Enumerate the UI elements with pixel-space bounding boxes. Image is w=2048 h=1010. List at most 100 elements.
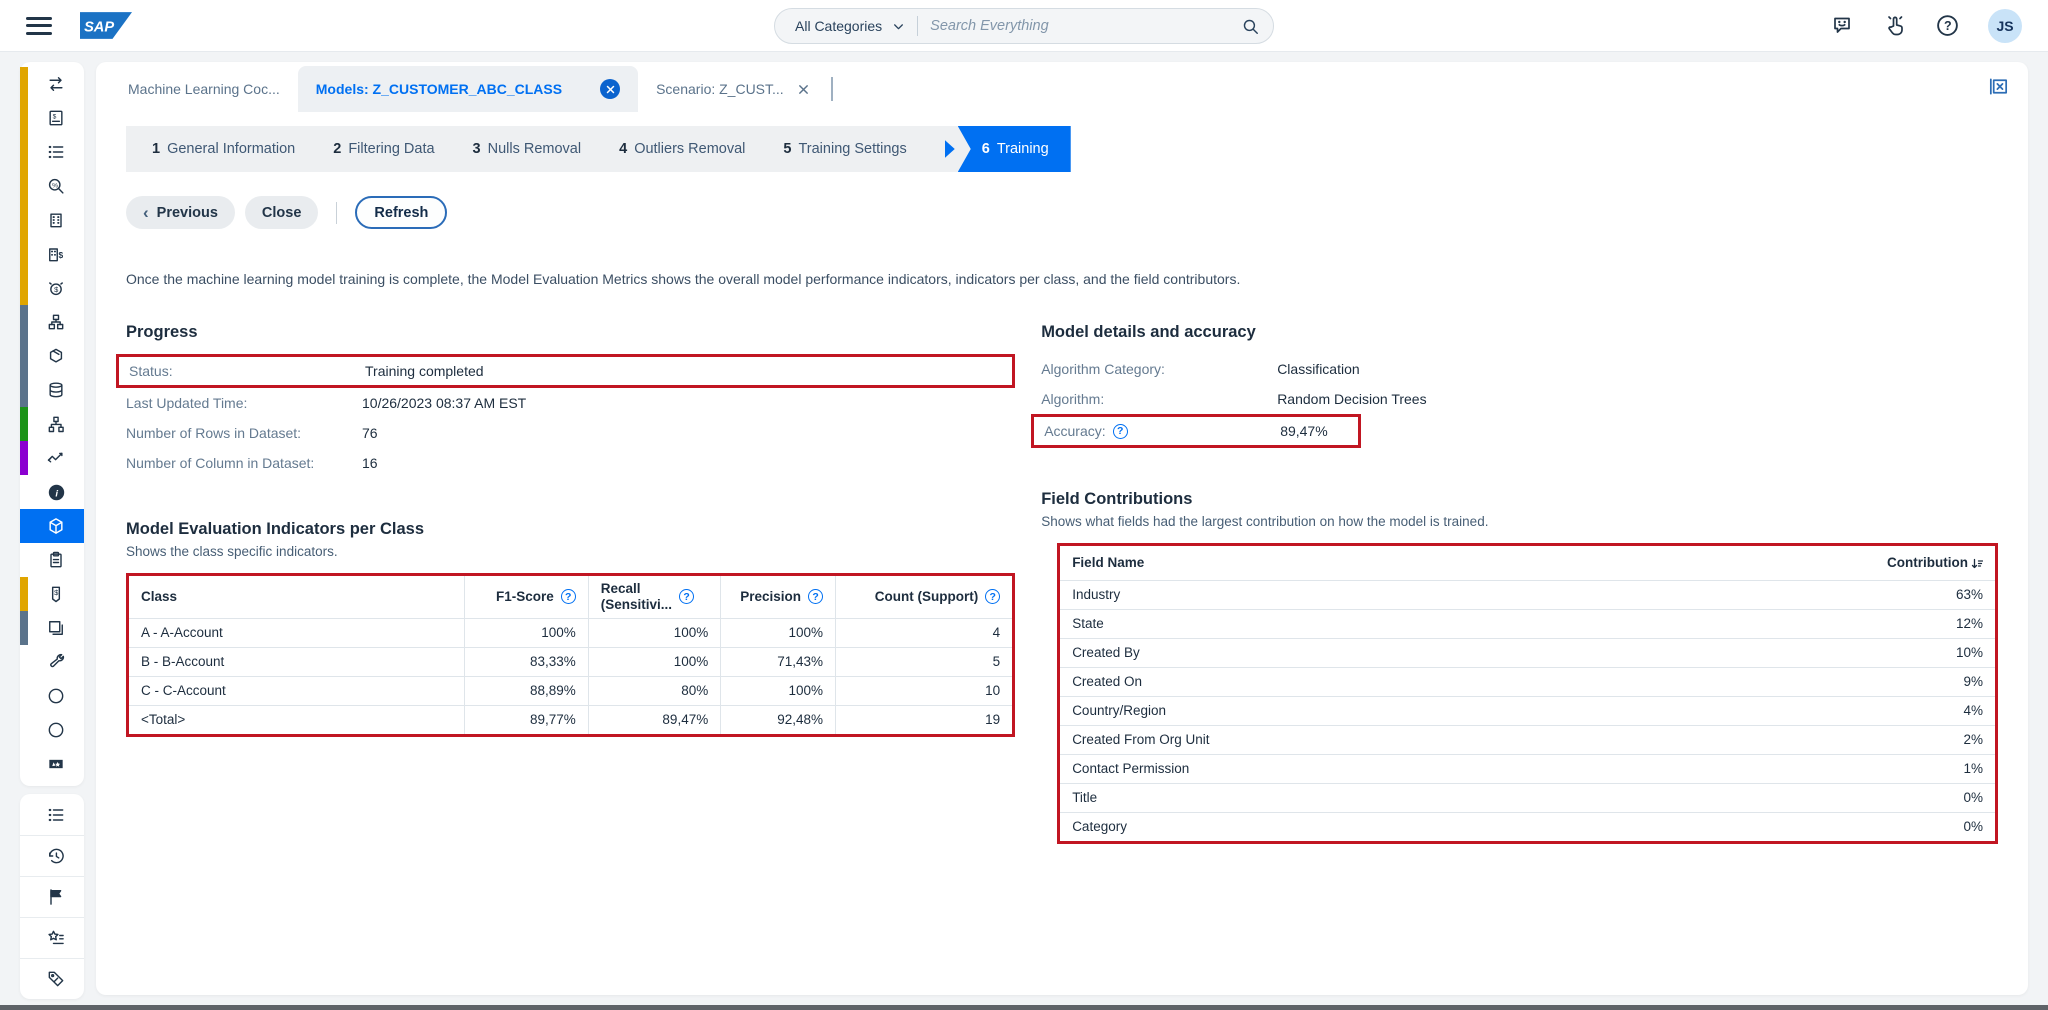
step-arrow-icon xyxy=(945,140,955,158)
table-row[interactable]: B - B-Account83,33%100%71,43%5 xyxy=(129,647,1012,676)
refresh-button[interactable]: Refresh xyxy=(355,196,447,229)
help-icon[interactable]: ? xyxy=(1113,424,1128,439)
table-row[interactable]: Created From Org Unit2% xyxy=(1060,725,1995,754)
sort-descending-icon[interactable] xyxy=(1971,558,1983,570)
sidebar-item-list-menu[interactable] xyxy=(20,794,84,835)
table-row[interactable]: Title0% xyxy=(1060,783,1995,812)
funds-icon: $ xyxy=(46,278,66,298)
sidebar-item-workflow[interactable] xyxy=(20,407,84,441)
table-row[interactable]: C - C-Account88,89%80%100%10 xyxy=(129,676,1012,705)
sap-logo[interactable]: SAP xyxy=(80,12,132,39)
svg-text:$: $ xyxy=(53,113,57,120)
sidebar-item-invoice[interactable]: $ xyxy=(20,101,84,135)
search-category-dropdown[interactable]: All Categories xyxy=(795,18,905,34)
table-row[interactable]: Created By10% xyxy=(1060,638,1995,667)
table-row[interactable]: State12% xyxy=(1060,609,1995,638)
help-icon[interactable]: ? xyxy=(679,589,694,604)
svg-text:i: i xyxy=(55,488,58,499)
step-training-settings[interactable]: 5Training Settings xyxy=(783,141,906,157)
category-strip xyxy=(20,794,28,835)
sidebar-item-circle-2[interactable] xyxy=(20,713,84,747)
col-header-f1[interactable]: F1-Score? xyxy=(465,576,589,618)
sidebar-item-database[interactable] xyxy=(20,373,84,407)
sidebar-item-price-tag[interactable]: $ xyxy=(20,577,84,611)
tab-label: Models: Z_CUSTOMER_ABC_CLASS xyxy=(316,81,562,97)
search-input[interactable]: Search Everything xyxy=(930,18,1242,34)
previous-button[interactable]: ‹Previous xyxy=(126,196,235,229)
search-icon[interactable] xyxy=(1242,18,1259,35)
sidebar-item-history[interactable] xyxy=(20,835,84,876)
sidebar-item-favorites[interactable] xyxy=(20,917,84,958)
sidebar-item-product-box[interactable] xyxy=(20,339,84,373)
help-icon[interactable]: ? xyxy=(1935,13,1960,38)
sidebar-item-circle-1[interactable] xyxy=(20,679,84,713)
invoice-icon: $ xyxy=(46,108,66,128)
help-icon[interactable]: ? xyxy=(808,589,823,604)
help-icon[interactable]: ? xyxy=(561,589,576,604)
table-row-total[interactable]: <Total>89,77%89,47%92,48%19 xyxy=(129,705,1012,734)
step-outliers-removal[interactable]: 4Outliers Removal xyxy=(619,141,745,157)
sidebar-item-funds[interactable]: $ xyxy=(20,271,84,305)
close-button[interactable]: Close xyxy=(245,196,319,229)
col-header-recall[interactable]: Recall(Sensitivi...? xyxy=(588,576,720,618)
sidebar-item-org-chart[interactable] xyxy=(20,305,84,339)
table-row[interactable]: Category0% xyxy=(1060,812,1995,841)
company-building-icon xyxy=(46,210,66,230)
step-general-information[interactable]: 1General Information xyxy=(152,141,295,157)
clipboard-icon xyxy=(46,550,66,570)
category-strip xyxy=(20,713,28,747)
col-header-count[interactable]: Count (Support)? xyxy=(836,576,1013,618)
menu-icon[interactable] xyxy=(26,17,52,35)
col-header-class[interactable]: Class xyxy=(129,576,465,618)
category-strip xyxy=(20,611,28,645)
close-tab-icon[interactable] xyxy=(600,79,620,99)
status-value: Training completed xyxy=(365,363,484,379)
sidebar-item-clipboard[interactable] xyxy=(20,543,84,577)
col-header-field-name[interactable]: Field Name xyxy=(1060,546,1434,580)
sidebar-item-ml-model[interactable] xyxy=(20,509,84,543)
table-row[interactable]: Country/Region4% xyxy=(1060,696,1995,725)
sidebar-item-copy[interactable] xyxy=(20,611,84,645)
table-row[interactable]: A - A-Account100%100%100%4 xyxy=(129,618,1012,647)
col-header-contribution[interactable]: Contribution xyxy=(1434,546,1995,580)
user-avatar[interactable]: JS xyxy=(1988,9,2022,43)
col-header-precision[interactable]: Precision? xyxy=(721,576,836,618)
category-strip xyxy=(20,339,28,373)
sidebar-item-building-finance[interactable]: $ xyxy=(20,237,84,271)
sidebar-item-list[interactable] xyxy=(20,135,84,169)
category-strip xyxy=(20,877,28,917)
rated-list-icon xyxy=(46,928,66,948)
guided-tour-hand-icon[interactable] xyxy=(1883,14,1907,38)
step-filtering-data[interactable]: 2Filtering Data xyxy=(333,141,434,157)
table-row[interactable]: Created On9% xyxy=(1060,667,1995,696)
sidebar-item-company[interactable] xyxy=(20,203,84,237)
table-row[interactable]: Industry63% xyxy=(1060,580,1995,609)
sidebar-item-tag[interactable] xyxy=(20,958,84,999)
sidebar-item-addon[interactable] xyxy=(20,747,84,781)
close-tab-icon[interactable] xyxy=(798,84,809,95)
sidebar-item-search-rate[interactable]: % xyxy=(20,169,84,203)
category-strip xyxy=(20,67,28,101)
feedback-icon[interactable] xyxy=(1831,14,1855,38)
step-nulls-removal[interactable]: 3Nulls Removal xyxy=(473,141,582,157)
tab-machine-learning[interactable]: Machine Learning Coc... xyxy=(110,66,298,112)
close-all-tabs-icon[interactable] xyxy=(1987,75,2010,103)
accuracy-annotation-box: Accuracy: ? 89,47% xyxy=(1031,414,1361,448)
step-training[interactable]: 6Training xyxy=(958,126,1071,172)
help-icon[interactable]: ? xyxy=(985,589,1000,604)
tab-models[interactable]: Models: Z_CUSTOMER_ABC_CLASS xyxy=(298,66,638,112)
sidebar-item-trend[interactable] xyxy=(20,441,84,475)
global-search[interactable]: All Categories Search Everything xyxy=(774,8,1274,44)
history-icon xyxy=(46,846,66,866)
building-finance-icon: $ xyxy=(46,244,66,264)
tab-scenario[interactable]: Scenario: Z_CUST... xyxy=(638,66,827,112)
ml-model-cube-icon xyxy=(46,516,66,536)
algorithm-category-row: Algorithm Category: Classification xyxy=(1041,354,1998,384)
sidebar-item-flag[interactable] xyxy=(20,876,84,917)
table-row[interactable]: Contact Permission1% xyxy=(1060,754,1995,783)
sidebar-item-money-transfer[interactable] xyxy=(20,67,84,101)
sidebar-item-tools[interactable] xyxy=(20,645,84,679)
field-contributions-subtitle: Shows what fields had the largest contri… xyxy=(1041,514,1998,529)
sidebar-item-info[interactable]: i xyxy=(20,475,84,509)
accuracy-label: Accuracy: xyxy=(1044,423,1105,439)
